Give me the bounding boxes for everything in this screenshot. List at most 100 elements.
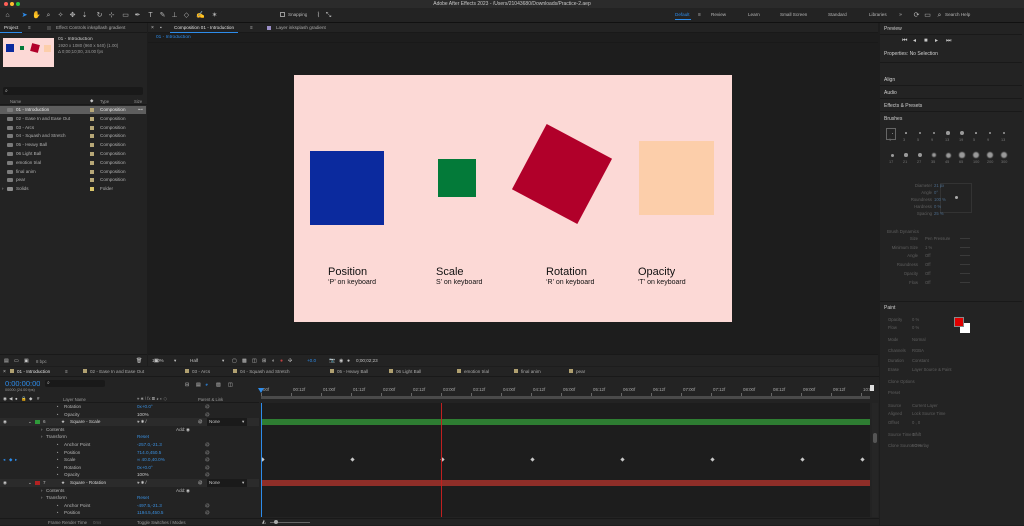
layer-duration-bar[interactable]: [261, 419, 870, 425]
brush-tool-icon[interactable]: ✎: [158, 11, 167, 20]
timeline-zoom-thumb[interactable]: [274, 520, 278, 524]
label-swatch[interactable]: [90, 178, 94, 183]
paint-value[interactable]: Current Layer: [912, 403, 938, 408]
transparency-grid-icon[interactable]: ▩: [242, 357, 247, 365]
property-row[interactable]: › Contents Add: ◉: [0, 487, 259, 495]
flowchart-icon[interactable]: ⊷: [138, 106, 143, 114]
col-type[interactable]: Type: [100, 99, 109, 104]
col-layer-name[interactable]: Layer Name: [63, 397, 86, 402]
current-timecode[interactable]: 0;00;02;23: [356, 358, 378, 363]
zoom-tool-icon[interactable]: ⌕: [44, 11, 53, 20]
label-swatch[interactable]: [90, 125, 94, 130]
paint-value[interactable]: Lock Source Time: [912, 411, 946, 416]
properties-header[interactable]: Properties: No Selection: [880, 48, 1022, 63]
share-icon[interactable]: ▭: [923, 11, 932, 20]
property-value[interactable]: -497.5,-21.3: [137, 502, 162, 510]
layer-name[interactable]: Square - Scale: [70, 418, 100, 426]
timeline-search-input[interactable]: ⌕: [45, 380, 105, 387]
sync-icon[interactable]: ⟳: [912, 11, 921, 20]
zoom-window-icon[interactable]: [16, 2, 20, 6]
snap-expand-icon[interactable]: ⤡: [324, 11, 333, 20]
workspace-review[interactable]: Review: [711, 12, 726, 17]
expand-folder-icon[interactable]: ›: [2, 185, 3, 193]
parent-select[interactable]: None: [207, 418, 247, 426]
project-item[interactable]: 04 - Squash and Stretch Composition: [0, 132, 146, 140]
project-item[interactable]: 05 - Heavy Ball Composition: [0, 141, 146, 149]
home-icon[interactable]: ⌂: [3, 11, 12, 20]
project-item[interactable]: 01 - Introduction Composition: [0, 106, 146, 114]
project-item[interactable]: final anim Composition: [0, 168, 146, 176]
brush-grid[interactable]: 1 3 5 9 13 19 5 9 13 17 21 27 35 45 65 100 200 300: [886, 128, 1012, 178]
property-link-icon[interactable]: @: [205, 441, 210, 449]
property-value[interactable]: 714.0,450.5: [137, 449, 161, 457]
new-composition-icon[interactable]: ▣: [24, 357, 29, 365]
keyframe[interactable]: [799, 457, 805, 463]
brush-tip[interactable]: [989, 132, 991, 134]
pan-tool-icon[interactable]: ✥: [68, 11, 77, 20]
scale-square[interactable]: [438, 159, 476, 197]
label-swatch[interactable]: [90, 143, 94, 148]
property-link-icon[interactable]: @: [205, 411, 210, 419]
paint-value[interactable]: Constant: [912, 358, 929, 363]
workspace-default[interactable]: Default: [675, 12, 690, 17]
keyframe[interactable]: [619, 457, 625, 463]
motion-blur-icon[interactable]: ◕: [205, 381, 208, 389]
add-content-button[interactable]: Add:: [176, 487, 185, 495]
snapping-checkbox[interactable]: [280, 12, 285, 17]
brush-tip[interactable]: [987, 152, 993, 158]
timeline-tab[interactable]: 06 Light Ball: [389, 367, 421, 376]
paint-header[interactable]: Paint: [880, 301, 1022, 313]
snapshot-icon[interactable]: 📷: [329, 357, 335, 365]
number-column-icon[interactable]: #: [37, 395, 39, 403]
brush-tip[interactable]: [1002, 131, 1006, 135]
color-picker-icon[interactable]: ●: [347, 357, 350, 365]
property-link-icon[interactable]: @: [205, 502, 210, 510]
audio-header[interactable]: Audio: [880, 87, 1022, 99]
property-link-icon[interactable]: @: [205, 471, 210, 479]
paint-value[interactable]: RGBA: [912, 348, 924, 353]
brush-prop-value[interactable]: 0°: [934, 190, 938, 195]
toggle-switches-modes[interactable]: Toggle Switches / Modes: [137, 520, 186, 525]
col-size[interactable]: Size: [134, 99, 142, 104]
property-row[interactable]: ◔ Rotation 0x+0.0° @: [0, 464, 259, 472]
tab-effect-controls[interactable]: Effect Controls inkspllash gradient: [52, 23, 129, 33]
graph-editor-icon[interactable]: ▨: [216, 381, 221, 389]
workspace-libraries[interactable]: Libraries: [869, 12, 887, 17]
dynamics-select[interactable]: Off: [925, 262, 931, 267]
timeline-tab[interactable]: 01 - Introduction: [10, 367, 50, 376]
minimize-window-icon[interactable]: [10, 2, 14, 6]
brush-tip[interactable]: [973, 152, 979, 158]
brush-tip[interactable]: [918, 153, 922, 157]
timeline-timecode[interactable]: 0:00:00:00: [5, 379, 40, 388]
anchor-tool-icon[interactable]: ⊹: [107, 11, 116, 20]
show-snapshot-icon[interactable]: ◉: [339, 357, 343, 365]
tab-project[interactable]: Project: [0, 23, 23, 33]
timeline-tab[interactable]: 05 - Heavy Ball: [330, 367, 368, 376]
bit-depth[interactable]: 8 bpc: [36, 359, 47, 364]
property-row[interactable]: ◔ Anchor Point -257.0,-21.3 @: [0, 441, 259, 449]
align-header[interactable]: Align: [880, 74, 1022, 86]
first-frame-icon[interactable]: ⏮: [902, 37, 907, 45]
keyframe[interactable]: [859, 457, 865, 463]
project-item[interactable]: 02 - Ease In and Ease Out Composition: [0, 115, 146, 123]
timeline-scrollbar[interactable]: [872, 403, 878, 517]
color-channel-icon[interactable]: ●: [280, 357, 283, 365]
new-folder-icon[interactable]: ▭: [14, 357, 19, 365]
brush-tip[interactable]: [946, 131, 950, 135]
last-frame-icon[interactable]: ⏭: [946, 37, 951, 45]
exposure-value[interactable]: +0.0: [307, 358, 316, 363]
dynamics-select[interactable]: Pen Pressure: [925, 236, 950, 241]
layer-row[interactable]: ◉ ⌄ 7 ★ Square - Rotation ⚹ ✱ / @ None ▾: [0, 479, 259, 487]
timeline-tab[interactable]: 02 - Ease In and Ease Out: [83, 367, 144, 376]
col-parent-link[interactable]: Parent & Link: [198, 397, 223, 402]
brush-tip[interactable]: [890, 153, 894, 157]
paint-value[interactable]: Normal: [912, 337, 926, 342]
lock-icon[interactable]: [47, 26, 51, 30]
brushes-header[interactable]: Brushes: [880, 113, 1022, 125]
dynamics-select[interactable]: Off: [925, 271, 931, 276]
paint-value[interactable]: 0 %: [912, 317, 919, 322]
work-area-end-handle[interactable]: [870, 385, 874, 391]
property-row[interactable]: ◔ Rotation 0x+0.0° @: [0, 403, 259, 411]
roi-icon[interactable]: ▢: [232, 357, 237, 365]
audio-switch-icon[interactable]: ◀: [9, 395, 12, 403]
